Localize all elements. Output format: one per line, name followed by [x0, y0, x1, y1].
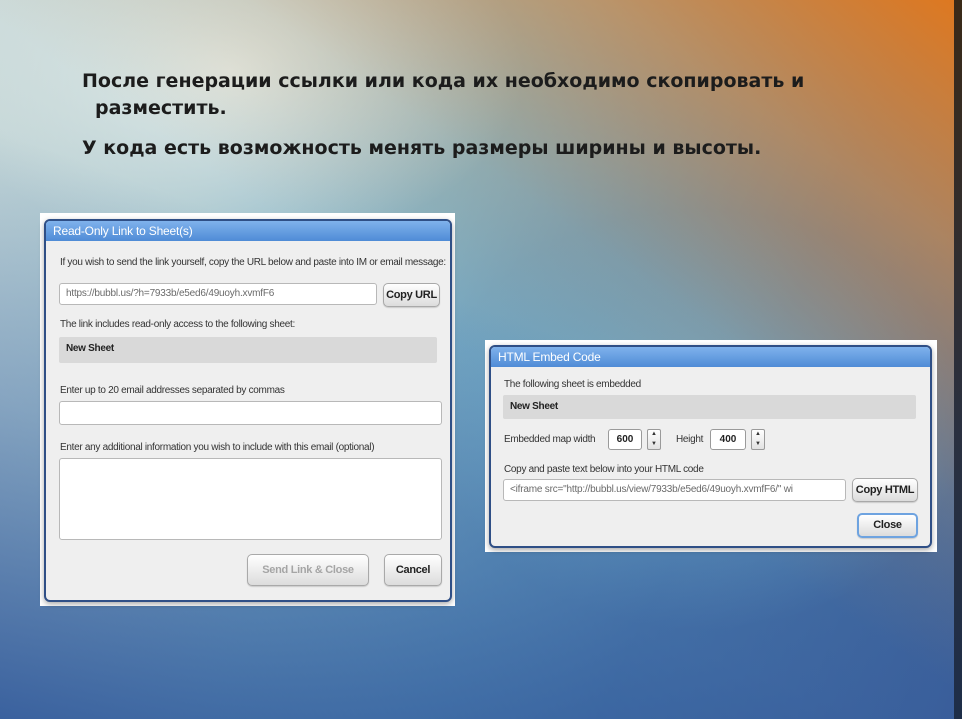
slide-text-line-2: разместить.	[95, 97, 227, 119]
map-height-input[interactable]: 400	[710, 429, 746, 450]
share-url-field[interactable]: https://bubbl.us/?h=7933b/e5ed6/49uoyh.x…	[59, 283, 377, 305]
height-down-arrow-icon[interactable]: ▼	[752, 440, 764, 450]
send-link-close-button[interactable]: Send Link & Close	[247, 554, 369, 586]
readonly-dialog-title: Read-Only Link to Sheet(s)	[46, 221, 450, 241]
embed-dialog-title: HTML Embed Code	[491, 347, 930, 367]
embed-code-field[interactable]: <iframe src="http://bubbl.us/view/7933b/…	[503, 479, 846, 501]
map-height-stepper[interactable]: ▲ ▼	[751, 429, 765, 450]
width-up-arrow-icon[interactable]: ▲	[648, 430, 660, 440]
copy-html-button[interactable]: Copy HTML	[852, 478, 918, 502]
message-textarea[interactable]	[59, 458, 442, 540]
slide-edge	[954, 0, 962, 719]
map-width-input[interactable]: 600	[608, 429, 642, 450]
embedded-sheet-name: New Sheet	[503, 395, 916, 419]
slide-text-line-1: После генерации ссылки или кода их необх…	[82, 70, 805, 92]
slide-text-line-3: У кода есть возможность менять размеры ш…	[82, 137, 762, 159]
map-width-label: Embedded map width	[504, 434, 596, 445]
embed-code-label: Copy and paste text below into your HTML…	[504, 464, 704, 475]
embed-code-dialog: HTML Embed Code The following sheet is e…	[489, 345, 932, 548]
embed-intro-label: The following sheet is embedded	[504, 379, 641, 390]
close-button[interactable]: Close	[857, 513, 918, 538]
access-note-label: The link includes read-only access to th…	[60, 319, 295, 330]
cancel-button[interactable]: Cancel	[384, 554, 442, 586]
map-height-label: Height	[676, 434, 704, 445]
email-addresses-field[interactable]	[59, 401, 442, 425]
shared-sheet-name: New Sheet	[59, 337, 437, 363]
readonly-intro-label: If you wish to send the link yourself, c…	[60, 257, 446, 268]
map-width-stepper[interactable]: ▲ ▼	[647, 429, 661, 450]
slide-text: После генерации ссылки или кода их необх…	[82, 68, 882, 162]
copy-url-button[interactable]: Copy URL	[383, 283, 440, 307]
message-label: Enter any additional information you wis…	[60, 442, 375, 453]
width-down-arrow-icon[interactable]: ▼	[648, 440, 660, 450]
height-up-arrow-icon[interactable]: ▲	[752, 430, 764, 440]
readonly-link-dialog: Read-Only Link to Sheet(s) If you wish t…	[44, 219, 452, 602]
emails-label: Enter up to 20 email addresses separated…	[60, 385, 285, 396]
